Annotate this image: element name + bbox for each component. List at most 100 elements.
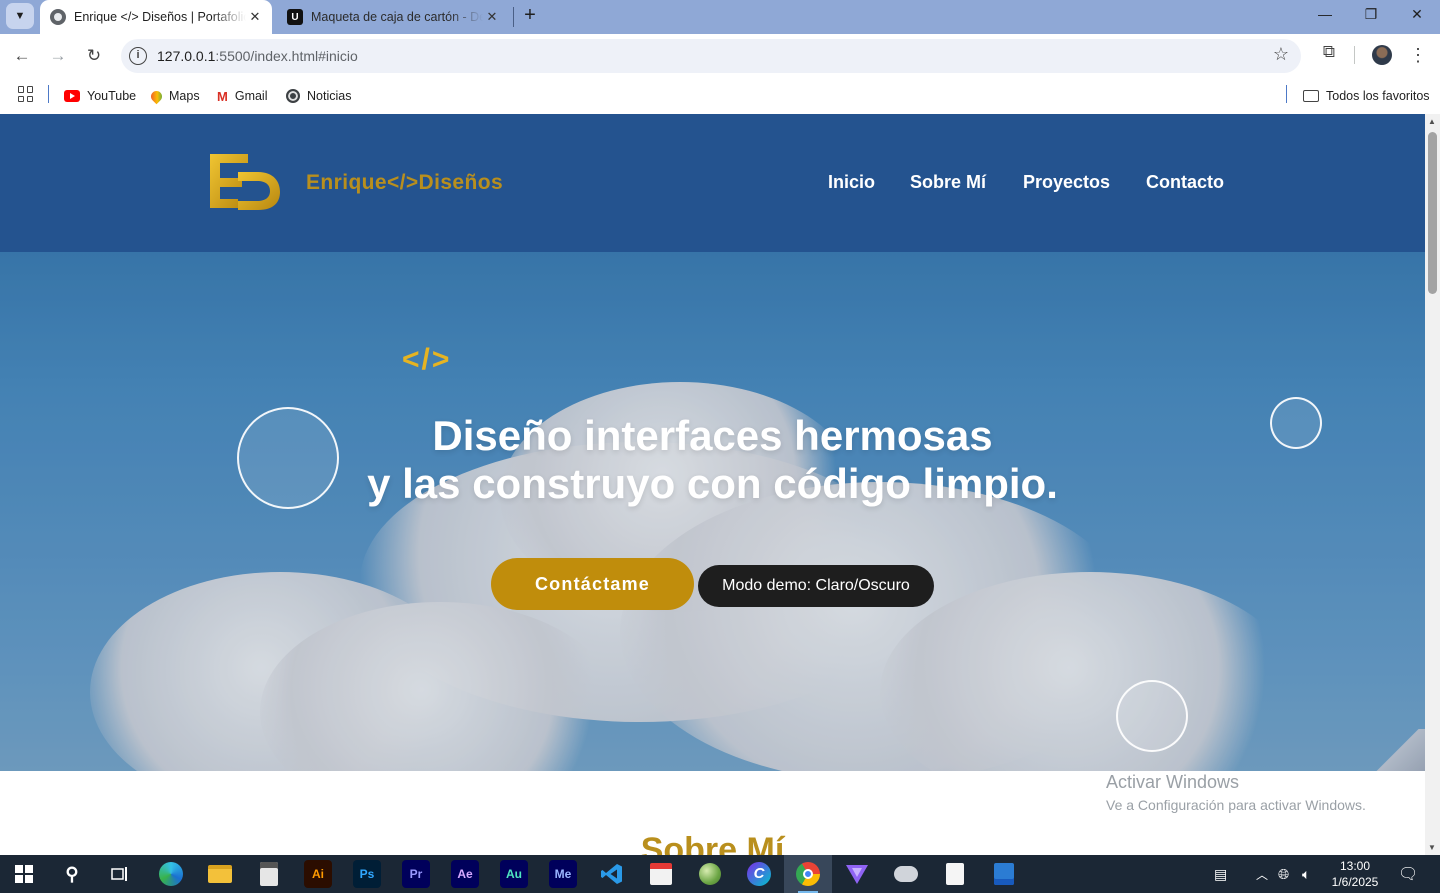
nav-contacto[interactable]: Contacto xyxy=(1146,172,1224,193)
plus-icon: + xyxy=(524,4,536,26)
browser-tab-strip: ▼ Enrique </> Diseños | Portafolio ✕ U M… xyxy=(0,0,1440,34)
tab-title: Maqueta de caja de cartón - Descarga xyxy=(311,10,483,24)
restore-button[interactable]: ❐ xyxy=(1348,0,1394,30)
code-tag-icon: </> xyxy=(402,343,452,376)
bookmarks-bar: YouTube Maps M Gmail Noticias Todos los f… xyxy=(0,78,1440,114)
toolbar-divider xyxy=(1354,46,1355,64)
bookmark-youtube[interactable]: YouTube xyxy=(64,86,136,106)
network-globe-icon[interactable]: 🌐︎ xyxy=(1278,855,1289,893)
minimize-icon: — xyxy=(1318,6,1332,22)
site-header: Enrique</>Diseños Inicio Sobre Mí Proyec… xyxy=(0,114,1425,252)
clock-time: 13:00 xyxy=(1339,859,1371,873)
close-icon: ✕ xyxy=(1411,6,1423,22)
volume-icon[interactable]: 🔈︎ xyxy=(1302,855,1310,893)
task-view-icon[interactable] xyxy=(106,860,134,888)
hero-overlay xyxy=(0,252,1425,771)
after-effects-icon[interactable]: Ae xyxy=(451,860,479,888)
profile-avatar[interactable] xyxy=(1372,45,1392,65)
search-icon[interactable]: ⚲ xyxy=(58,860,86,888)
minimize-button[interactable]: — xyxy=(1302,0,1348,30)
back-button[interactable]: ← xyxy=(8,42,36,70)
activation-subtitle: Ve a Configuración para activar Windows. xyxy=(1106,797,1366,813)
close-tab-icon[interactable]: ✕ xyxy=(483,9,501,25)
close-window-button[interactable]: ✕ xyxy=(1394,0,1440,30)
scroll-down-icon[interactable]: ▼ xyxy=(1428,843,1436,852)
url-text[interactable]: 127.0.0.1:5500/index.html#inicio xyxy=(157,48,358,64)
new-tab-button[interactable]: + xyxy=(519,3,541,29)
logo-text[interactable]: Enrique</>Diseños xyxy=(306,171,503,195)
all-bookmarks-button[interactable]: Todos los favoritos xyxy=(1303,86,1430,106)
gmail-icon: M xyxy=(217,88,228,104)
illustrator-icon[interactable]: Ai xyxy=(304,860,332,888)
photoshop-icon[interactable]: Ps xyxy=(353,860,381,888)
extensions-icon[interactable]: ⧉ xyxy=(1318,42,1340,64)
canva-icon[interactable]: C xyxy=(745,860,773,888)
globe-app-icon[interactable] xyxy=(696,860,724,888)
decorative-circle xyxy=(237,407,339,509)
audition-icon[interactable]: Au xyxy=(500,860,528,888)
page-scrollbar[interactable]: ▲ ▼ xyxy=(1425,114,1440,855)
calendar-icon[interactable] xyxy=(647,860,675,888)
reload-button[interactable]: ↻ xyxy=(80,42,108,70)
activation-title: Activar Windows xyxy=(1106,772,1240,792)
tab-search-button[interactable]: ▼ xyxy=(6,3,34,29)
bookmark-maps[interactable]: Maps xyxy=(148,86,200,106)
tab-maqueta[interactable]: U Maqueta de caja de cartón - Descarga ✕ xyxy=(279,0,509,34)
url-path: :5500/index.html#inicio xyxy=(215,48,358,64)
theme-demo-toggle[interactable]: Modo demo: Claro/Oscuro xyxy=(698,565,934,607)
start-icon[interactable] xyxy=(10,860,38,888)
file-explorer-icon[interactable] xyxy=(206,860,234,888)
maps-pin-icon xyxy=(148,88,165,104)
browser-menu-icon[interactable]: ⋮ xyxy=(1408,42,1428,68)
tab-portfolio[interactable]: Enrique </> Diseños | Portafolio ✕ xyxy=(40,0,272,34)
bookmark-gmail[interactable]: M Gmail xyxy=(217,86,268,106)
site-info-icon[interactable]: i xyxy=(129,47,147,65)
bookmark-label: Gmail xyxy=(234,89,268,103)
bookmark-star-icon[interactable]: ☆ xyxy=(1273,44,1289,65)
document-app-icon[interactable] xyxy=(990,860,1018,888)
notepad-icon[interactable] xyxy=(941,860,969,888)
decorative-circle xyxy=(1270,397,1322,449)
clock-date: 1/6/2025 xyxy=(1331,875,1379,889)
edge-icon[interactable] xyxy=(157,860,185,888)
nav-sobre-mi[interactable]: Sobre Mí xyxy=(910,172,986,193)
premiere-icon[interactable]: Pr xyxy=(402,860,430,888)
taskbar-clock[interactable]: 13:00 1/6/2025 xyxy=(1324,858,1386,890)
news-globe-icon xyxy=(286,89,300,103)
decorative-circle xyxy=(1116,680,1188,752)
nav-inicio[interactable]: Inicio xyxy=(828,172,875,193)
nav-proyectos[interactable]: Proyectos xyxy=(1023,172,1110,193)
restore-icon: ❐ xyxy=(1364,6,1378,22)
browser-toolbar: ← → ↻ i 127.0.0.1:5500/index.html#inicio… xyxy=(0,34,1440,78)
apps-grid-icon[interactable] xyxy=(18,86,34,102)
notification-icon[interactable]: 🗨︎ xyxy=(1398,855,1418,893)
youtube-icon xyxy=(64,90,80,102)
hero-section: </> Diseño interfaces hermosas y las con… xyxy=(0,252,1425,771)
media-encoder-icon[interactable]: Me xyxy=(549,860,577,888)
ed-logo-mark[interactable] xyxy=(208,154,282,212)
bookmark-label: Maps xyxy=(169,89,200,103)
bookmarks-divider xyxy=(48,85,49,103)
windows-taskbar: ⚲ Ai Ps Pr Ae Au Me C ▤ ︿ 🌐︎ 🔈︎ 13:00 1/… xyxy=(0,855,1440,893)
scroll-up-icon[interactable]: ▲ xyxy=(1428,117,1436,126)
bookmarks-divider xyxy=(1286,85,1287,103)
close-tab-icon[interactable]: ✕ xyxy=(246,9,264,25)
chevron-down-icon: ▼ xyxy=(14,10,26,22)
chrome-icon[interactable] xyxy=(794,860,822,888)
url-host: 127.0.0.1 xyxy=(157,48,216,64)
windows-activation-watermark: Activar Windows Ve a Configuración para … xyxy=(1106,772,1366,813)
chevron-up-icon[interactable]: ︿ xyxy=(1256,855,1268,893)
hero-headline-line2: y las construyo con código limpio. xyxy=(367,460,1058,507)
news-widget-icon[interactable]: ▤ xyxy=(1214,855,1227,893)
forward-button[interactable]: → xyxy=(44,42,72,70)
all-bookmarks-label: Todos los favoritos xyxy=(1326,89,1430,103)
contact-cta-button[interactable]: Contáctame xyxy=(491,558,694,610)
vpn-icon[interactable] xyxy=(843,860,871,888)
address-bar[interactable]: i 127.0.0.1:5500/index.html#inicio ☆ xyxy=(121,39,1301,73)
scrollbar-thumb[interactable] xyxy=(1428,132,1437,294)
bookmark-noticias[interactable]: Noticias xyxy=(286,86,351,106)
vscode-icon[interactable] xyxy=(598,860,626,888)
cloud-app-icon[interactable] xyxy=(892,860,920,888)
site-globe-icon xyxy=(50,9,66,25)
calculator-icon[interactable] xyxy=(255,860,283,888)
